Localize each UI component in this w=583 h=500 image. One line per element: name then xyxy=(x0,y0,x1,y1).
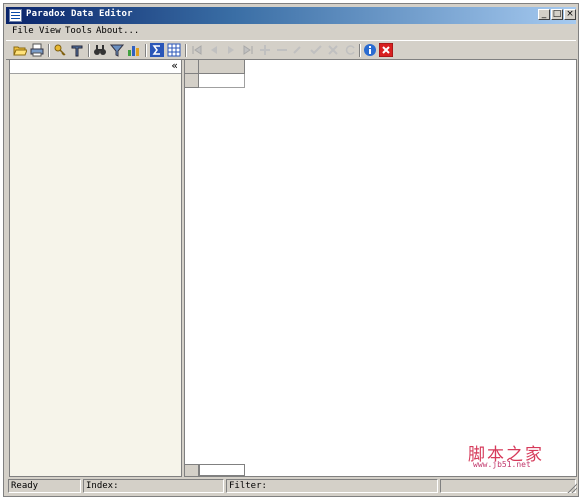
insert-icon[interactable] xyxy=(258,43,272,57)
toolbar xyxy=(6,40,576,60)
row-indicator[interactable] xyxy=(185,74,199,88)
grid-cell[interactable] xyxy=(199,74,245,88)
chart-icon[interactable] xyxy=(127,43,141,57)
data-grid[interactable] xyxy=(184,59,577,477)
post-icon[interactable] xyxy=(309,43,323,57)
filter-icon[interactable] xyxy=(110,43,124,57)
horizontal-scrollbar[interactable] xyxy=(199,464,245,476)
status-index: Index: xyxy=(83,479,224,493)
info-icon[interactable] xyxy=(363,43,377,57)
edit-icon[interactable] xyxy=(292,43,306,57)
close-button[interactable]: × xyxy=(564,9,576,20)
title-bar[interactable]: Paradox Data Editor _ □ × xyxy=(6,7,576,24)
binoculars-icon[interactable] xyxy=(93,43,107,57)
minimize-button[interactable]: _ xyxy=(538,9,550,20)
column-header[interactable] xyxy=(199,60,245,74)
scroll-corner xyxy=(185,464,199,476)
menu-file[interactable]: File xyxy=(12,26,34,36)
refresh-icon[interactable] xyxy=(343,43,357,57)
app-window: Paradox Data Editor _ □ × File View Tool… xyxy=(3,3,579,497)
delete-icon[interactable] xyxy=(275,43,289,57)
nav-next-icon[interactable] xyxy=(224,43,238,57)
print-icon[interactable] xyxy=(30,43,44,57)
nav-prior-icon[interactable] xyxy=(207,43,221,57)
watermark-url: www.jb51.net xyxy=(473,460,531,469)
menu-about[interactable]: About... xyxy=(96,26,139,36)
collapse-icon[interactable]: « xyxy=(171,59,178,72)
status-extra xyxy=(440,479,576,493)
left-panel: « xyxy=(9,59,182,477)
status-bar: Ready Index: Filter: xyxy=(6,478,578,495)
maximize-button[interactable]: □ xyxy=(551,9,563,20)
exit-icon[interactable] xyxy=(379,43,393,57)
cancel-icon[interactable] xyxy=(326,43,340,57)
app-icon xyxy=(9,9,22,22)
tools-icon[interactable] xyxy=(70,43,84,57)
status-ready: Ready xyxy=(8,479,81,493)
watermark: 脚本之家 www.jb51.net xyxy=(463,440,563,474)
status-filter: Filter: xyxy=(226,479,438,493)
key-icon[interactable] xyxy=(53,43,67,57)
table-icon[interactable] xyxy=(167,43,181,57)
sum-icon[interactable] xyxy=(150,43,164,57)
menu-bar: File View Tools About... xyxy=(6,25,576,39)
resize-grip-icon[interactable] xyxy=(567,483,577,493)
window-title: Paradox Data Editor xyxy=(26,9,133,19)
menu-view[interactable]: View xyxy=(39,26,61,36)
nav-first-icon[interactable] xyxy=(190,43,204,57)
left-panel-header: « xyxy=(10,59,181,74)
open-folder-icon[interactable] xyxy=(13,43,27,57)
grid-corner xyxy=(185,60,199,74)
menu-tools[interactable]: Tools xyxy=(65,26,92,36)
nav-last-icon[interactable] xyxy=(241,43,255,57)
